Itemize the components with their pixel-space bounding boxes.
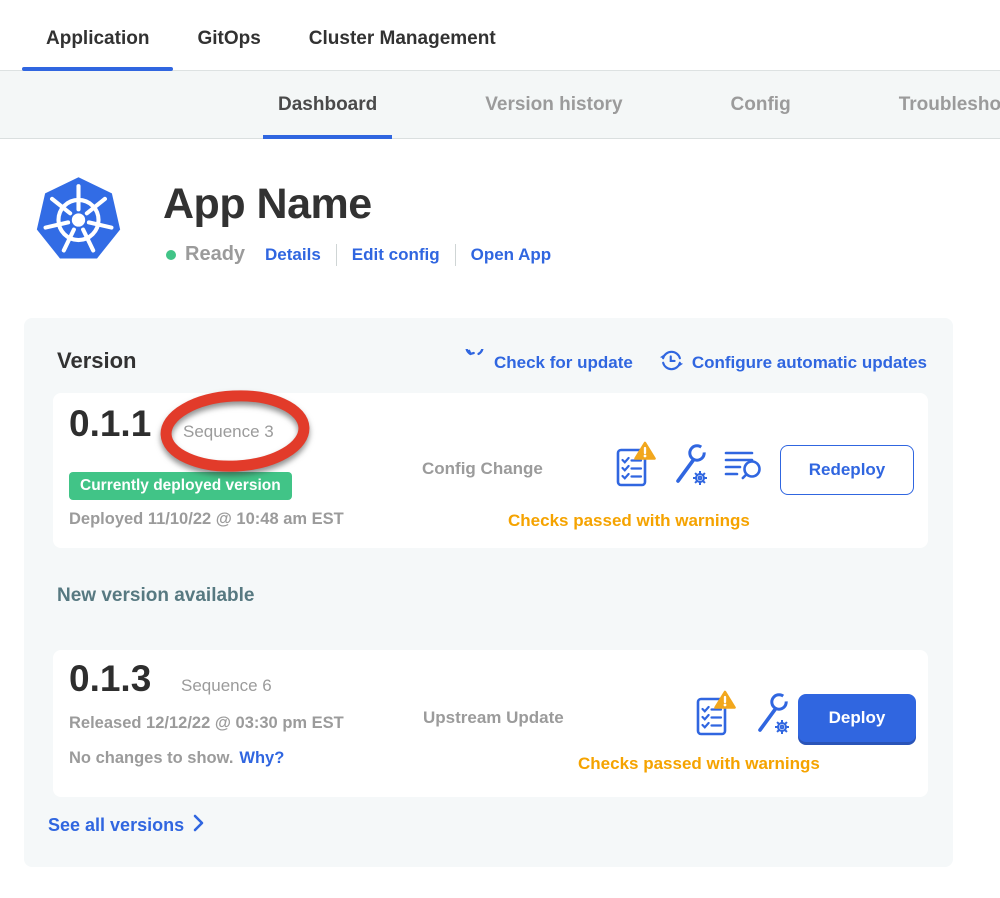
- check-for-update-label: Check for update: [494, 353, 633, 373]
- deployed-timestamp: Deployed 11/10/22 @ 10:48 am EST: [69, 510, 344, 529]
- checks-status-text[interactable]: Checks passed with warnings: [508, 511, 750, 531]
- tab-version-history[interactable]: Version history: [470, 71, 637, 138]
- currently-deployed-badge: Currently deployed version: [69, 472, 292, 500]
- tab-troubleshoot[interactable]: Troubleshoot: [884, 71, 1000, 138]
- config-wrench-icon[interactable]: [669, 442, 711, 492]
- checks-status-text[interactable]: Checks passed with warnings: [578, 754, 820, 774]
- details-link[interactable]: Details: [265, 245, 321, 265]
- primary-nav: Application GitOps Cluster Management: [0, 0, 1000, 71]
- redeploy-button[interactable]: Redeploy: [780, 445, 914, 495]
- new-version-available-heading: New version available: [57, 585, 255, 607]
- app-status-row: Ready Details Edit config Open App: [166, 243, 551, 266]
- why-link[interactable]: Why?: [239, 749, 284, 768]
- preflight-checks-warning-icon[interactable]: [616, 441, 656, 493]
- see-all-versions-link[interactable]: See all versions: [48, 814, 204, 837]
- status-label: Ready: [185, 243, 245, 266]
- current-version-sequence: Sequence 3: [183, 422, 274, 442]
- scheduled-sync-icon: [659, 348, 684, 378]
- kubernetes-logo-icon: [34, 173, 123, 272]
- tab-application[interactable]: Application: [22, 28, 173, 70]
- status-ready-dot-icon: [166, 250, 176, 260]
- tab-version-history-label: Version history: [485, 94, 622, 116]
- tab-troubleshoot-label: Troubleshoot: [899, 94, 1000, 116]
- version-panel-title: Version: [57, 348, 136, 374]
- version-panel: Version Check for update: [24, 318, 953, 867]
- available-version-number: 0.1.3: [69, 658, 151, 700]
- view-diff-icon[interactable]: [724, 447, 762, 488]
- no-changes-text: No changes to show.: [69, 749, 233, 768]
- no-changes-row: No changes to show. Why?: [69, 749, 284, 768]
- divider: [336, 244, 337, 266]
- available-version-card: 0.1.3 Sequence 6 Released 12/12/22 @ 03:…: [53, 650, 928, 797]
- secondary-nav: Dashboard Version history Config Trouble…: [0, 71, 1000, 139]
- divider: [455, 244, 456, 266]
- available-version-status-icons: [696, 690, 793, 742]
- available-version-sequence: Sequence 6: [181, 676, 272, 696]
- current-version-card: 0.1.1 Sequence 3 Currently deployed vers…: [53, 393, 928, 548]
- tab-dashboard-label: Dashboard: [278, 94, 377, 116]
- current-version-status-icons: [616, 441, 762, 493]
- tab-cluster-management-label: Cluster Management: [309, 28, 496, 49]
- configure-automatic-updates-label: Configure automatic updates: [692, 353, 927, 373]
- chevron-right-icon: [193, 814, 204, 837]
- app-dashboard-screen: Application GitOps Cluster Management Da…: [0, 0, 1000, 898]
- open-app-link[interactable]: Open App: [471, 245, 552, 265]
- see-all-versions-label: See all versions: [48, 815, 184, 836]
- deploy-button[interactable]: Deploy: [798, 694, 916, 742]
- version-panel-actions: Check for update Configure automatic upd…: [463, 348, 927, 378]
- tab-dashboard[interactable]: Dashboard: [263, 71, 392, 138]
- config-wrench-icon[interactable]: [751, 691, 793, 741]
- tab-config[interactable]: Config: [716, 71, 806, 138]
- current-version-number: 0.1.1: [69, 403, 151, 445]
- tab-cluster-management[interactable]: Cluster Management: [285, 28, 520, 70]
- refresh-icon: [463, 349, 486, 377]
- page-title: App Name: [163, 180, 372, 229]
- tab-config-label: Config: [731, 94, 791, 116]
- preflight-checks-warning-icon[interactable]: [696, 690, 736, 742]
- tab-gitops[interactable]: GitOps: [173, 28, 284, 70]
- version-source-label: Upstream Update: [423, 708, 564, 728]
- configure-automatic-updates-button[interactable]: Configure automatic updates: [659, 348, 927, 378]
- released-timestamp: Released 12/12/22 @ 03:30 pm EST: [69, 714, 344, 733]
- check-for-update-button[interactable]: Check for update: [463, 349, 633, 377]
- tab-gitops-label: GitOps: [197, 28, 260, 49]
- tab-application-label: Application: [46, 28, 149, 49]
- edit-config-link[interactable]: Edit config: [352, 245, 440, 265]
- version-source-label: Config Change: [422, 459, 543, 479]
